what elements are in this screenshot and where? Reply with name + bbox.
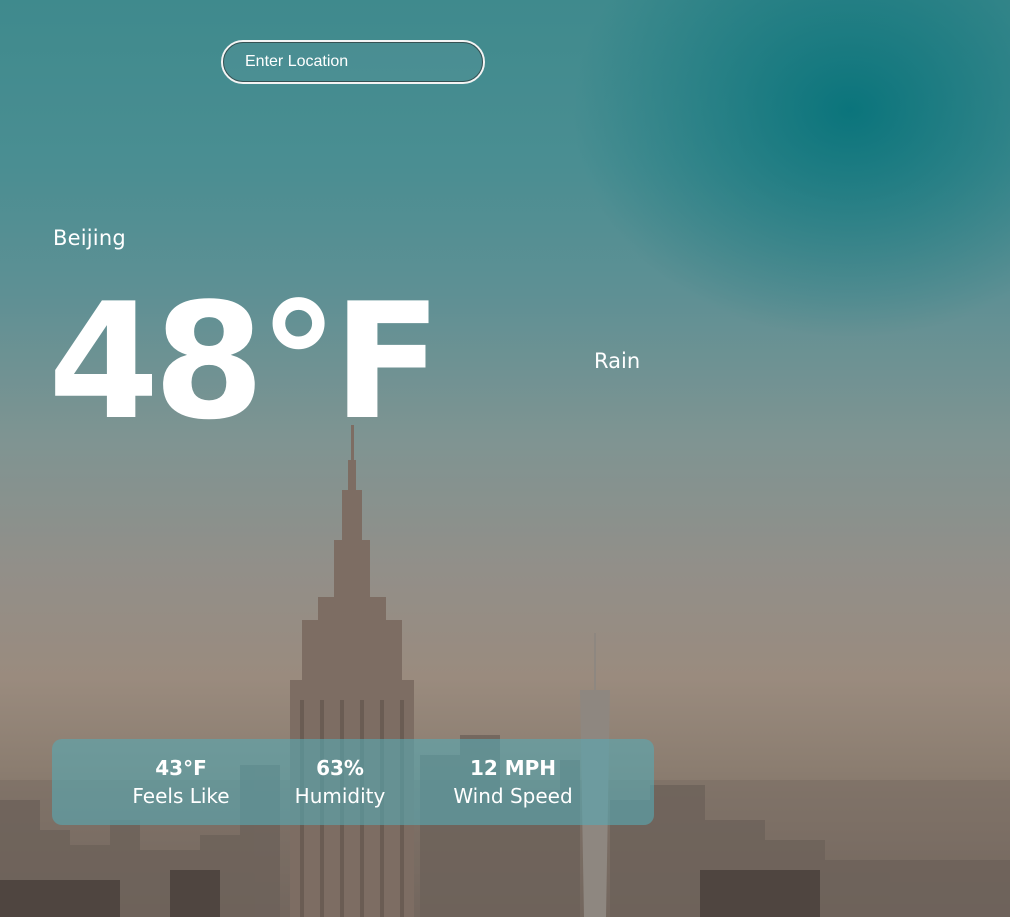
wind-speed-value: 12 MPH xyxy=(469,756,557,780)
feels-like-label: Feels Like xyxy=(132,784,230,808)
humidity-stat: 63% Humidity xyxy=(284,755,396,811)
humidity-value: 63% xyxy=(316,756,364,780)
wind-speed-label: Wind Speed xyxy=(453,784,573,808)
weather-stats-panel: 43°F Feels Like 63% Humidity 12 MPH Wind… xyxy=(52,739,654,825)
weather-description: Rain xyxy=(594,349,641,373)
feels-like-stat: 43°F Feels Like xyxy=(124,755,238,811)
wind-speed-stat: 12 MPH Wind Speed xyxy=(448,755,578,811)
humidity-label: Humidity xyxy=(294,784,386,808)
feels-like-value: 43°F xyxy=(155,756,207,780)
location-search-input[interactable] xyxy=(223,42,483,82)
location-name: Beijing xyxy=(53,226,126,250)
location-search-box[interactable] xyxy=(221,40,485,84)
current-temperature: 48°F xyxy=(48,268,442,455)
